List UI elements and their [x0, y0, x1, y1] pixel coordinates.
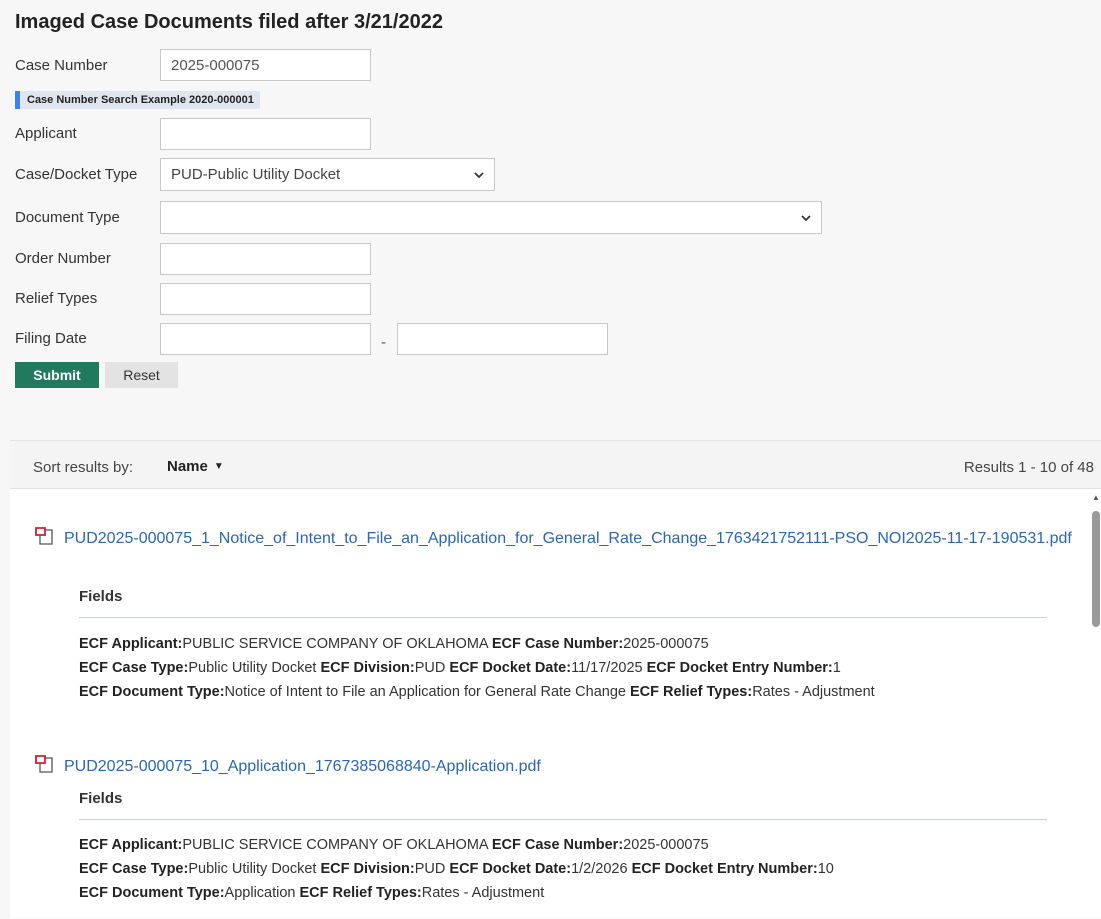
chevron-down-icon	[801, 215, 811, 222]
submit-button[interactable]: Submit	[15, 362, 99, 388]
case-number-input[interactable]	[160, 49, 371, 81]
result-link[interactable]: PUD2025-000075_10_Application_1767385068…	[34, 754, 1074, 779]
docket-type-label: Case/Docket Type	[15, 166, 138, 183]
entry-number-value: 10	[817, 861, 834, 877]
metadata-line: ECF Document Type:Application ECF Relief…	[79, 881, 1079, 905]
doc-type-value: Notice of Intent to File an Application …	[224, 684, 626, 700]
applicant-value: PUBLIC SERVICE COMPANY OF OKLAHOMA	[182, 636, 488, 652]
case-number-key: ECF Case Number:	[491, 837, 624, 853]
results-header: Sort results by: Name ▼ Results 1 - 10 of…	[10, 441, 1101, 489]
doc-type-key: ECF Document Type:	[79, 885, 225, 901]
division-value: PUD	[414, 660, 446, 676]
applicant-key: ECF Applicant:	[79, 636, 183, 652]
scroll-up-arrow-icon[interactable]: ▲	[1092, 493, 1100, 502]
metadata-line: ECF Applicant:PUBLIC SERVICE COMPANY OF …	[79, 833, 1079, 857]
metadata-line: ECF Case Type:Public Utility Docket ECF …	[79, 857, 1079, 881]
result-link[interactable]: PUD2025-000075_1_Notice_of_Intent_to_Fil…	[34, 526, 1074, 551]
docket-type-select[interactable]: PUD-Public Utility Docket	[160, 158, 495, 191]
results-count: Results 1 - 10 of 48	[963, 459, 1094, 476]
docket-date-value: 11/17/2025	[571, 660, 643, 676]
relief-types-value: Rates - Adjustment	[421, 885, 545, 901]
filing-date-from-input[interactable]	[160, 323, 371, 355]
case-number-value: 2025-000075	[623, 837, 709, 853]
entry-number-key: ECF Docket Entry Number:	[646, 660, 833, 676]
result-title-text: PUD2025-000075_10_Application_1767385068…	[64, 758, 541, 775]
result-metadata: ECF Applicant:PUBLIC SERVICE COMPANY OF …	[79, 833, 1079, 905]
sort-label: Sort results by:	[33, 459, 134, 476]
metadata-line: ECF Case Type:Public Utility Docket ECF …	[79, 656, 1079, 680]
filing-date-label: Filing Date	[15, 330, 87, 347]
relief-types-input[interactable]	[160, 283, 371, 315]
sort-value: Name	[167, 458, 208, 475]
sort-dropdown[interactable]: Name ▼	[167, 458, 224, 475]
case-number-key: ECF Case Number:	[491, 636, 624, 652]
docket-date-key: ECF Docket Date:	[449, 861, 572, 877]
filing-date-to-input[interactable]	[397, 323, 608, 355]
pdf-file-icon	[35, 755, 53, 773]
division-key: ECF Division:	[320, 660, 415, 676]
docket-type-selected-value: PUD-Public Utility Docket	[171, 166, 341, 183]
entry-number-value: 1	[832, 660, 841, 676]
fields-label: Fields	[79, 790, 123, 807]
entry-number-key: ECF Docket Entry Number:	[631, 861, 818, 877]
case-type-key: ECF Case Type:	[79, 660, 189, 676]
order-number-label: Order Number	[15, 250, 111, 267]
date-separator: -	[381, 334, 386, 351]
case-number-label: Case Number	[15, 57, 108, 74]
metadata-line: ECF Applicant:PUBLIC SERVICE COMPANY OF …	[79, 632, 1079, 656]
division-key: ECF Division:	[320, 861, 415, 877]
applicant-input[interactable]	[160, 118, 371, 150]
applicant-key: ECF Applicant:	[79, 837, 183, 853]
results-scrollbar[interactable]: ▲	[1091, 491, 1101, 919]
document-type-label: Document Type	[15, 209, 120, 226]
relief-types-key: ECF Relief Types:	[629, 684, 753, 700]
chevron-down-icon	[474, 172, 484, 179]
case-number-hint: Case Number Search Example 2020-000001	[15, 91, 260, 109]
reset-button[interactable]: Reset	[105, 362, 178, 388]
relief-types-label: Relief Types	[15, 290, 98, 307]
docket-date-value: 1/2/2026	[571, 861, 628, 877]
fields-divider	[79, 617, 1047, 618]
relief-types-key: ECF Relief Types:	[299, 885, 422, 901]
division-value: PUD	[414, 861, 446, 877]
order-number-input[interactable]	[160, 243, 371, 275]
doc-type-key: ECF Document Type:	[79, 684, 225, 700]
document-type-select[interactable]	[160, 201, 822, 234]
result-title-text: PUD2025-000075_1_Notice_of_Intent_to_Fil…	[64, 530, 1072, 547]
relief-types-value: Rates - Adjustment	[752, 684, 875, 700]
scrollbar-thumb[interactable]	[1092, 511, 1100, 627]
case-type-value: Public Utility Docket	[188, 861, 317, 877]
applicant-value: PUBLIC SERVICE COMPANY OF OKLAHOMA	[182, 837, 488, 853]
results-panel: Sort results by: Name ▼ Results 1 - 10 of…	[10, 440, 1101, 918]
page-title: Imaged Case Documents filed after 3/21/2…	[15, 11, 443, 33]
metadata-line: ECF Document Type:Notice of Intent to Fi…	[79, 680, 1079, 704]
result-metadata: ECF Applicant:PUBLIC SERVICE COMPANY OF …	[79, 632, 1079, 704]
search-form: Imaged Case Documents filed after 3/21/2…	[0, 0, 1101, 440]
pdf-file-icon	[35, 527, 53, 545]
fields-divider	[79, 819, 1047, 820]
doc-type-value: Application	[224, 885, 296, 901]
caret-down-icon: ▼	[213, 461, 224, 472]
case-type-key: ECF Case Type:	[79, 861, 189, 877]
case-number-value: 2025-000075	[623, 636, 709, 652]
case-type-value: Public Utility Docket	[188, 660, 317, 676]
fields-label: Fields	[79, 588, 123, 605]
docket-date-key: ECF Docket Date:	[449, 660, 572, 676]
applicant-label: Applicant	[15, 125, 77, 142]
